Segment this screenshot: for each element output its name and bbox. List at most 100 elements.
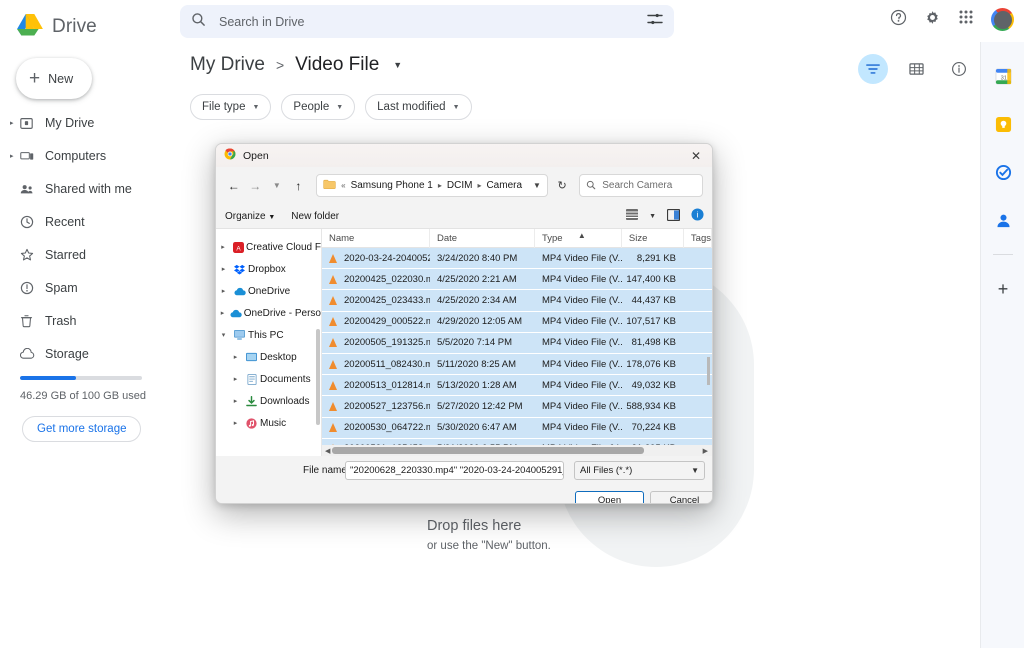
cloud-icon [20,348,45,360]
address-segment-device[interactable]: Samsung Phone 1 [351,180,433,191]
help-icon[interactable]: i [691,208,704,224]
google-tasks-icon[interactable] [981,148,1024,196]
column-header-date[interactable]: Date [430,229,535,248]
add-app-button[interactable]: + [981,265,1024,313]
arrow-up-icon[interactable]: ↑ [290,175,308,197]
tree-item-music[interactable]: ▸ Music [216,412,321,434]
chevron-right-icon[interactable]: ▸ [228,375,243,383]
info-circle-icon[interactable] [944,54,974,84]
sidebar-item-spam[interactable]: Spam [0,277,175,299]
sidebar-item-recent[interactable]: Recent [0,211,175,233]
file-list-vertical-scrollbar[interactable] [707,357,710,385]
chip-file-type[interactable]: File type ▼ [190,94,272,120]
column-header-tags[interactable]: Tags [684,229,712,248]
preview-pane-icon[interactable] [666,208,681,224]
google-contacts-icon[interactable] [981,196,1024,244]
help-circle-icon[interactable] [890,9,907,31]
new-folder-button[interactable]: New folder [291,211,339,222]
file-type-select[interactable]: All Files (*.*) ▼ [574,461,705,480]
tree-scrollbar[interactable] [316,329,320,425]
column-header-type[interactable]: ▲ Type [535,229,622,248]
sidebar-item-shared-with-me[interactable]: Shared with me [0,178,175,200]
close-icon[interactable]: ✕ [680,144,712,167]
chevron-right-icon[interactable]: ▸ [10,120,20,127]
tree-item-creative-cloud-f[interactable]: ▸ A Creative Cloud F [216,236,321,258]
tree-item-documents[interactable]: ▸ Documents [216,368,321,390]
account-avatar[interactable] [991,8,1014,31]
apps-grid-icon[interactable] [958,9,974,30]
file-list-horizontal-scrollbar[interactable]: ◀ ▶ [322,445,712,456]
search-input[interactable] [219,14,647,29]
open-button[interactable]: Open [575,491,644,503]
dropbox-icon [231,264,248,275]
filter-sort-icon[interactable] [858,54,888,84]
address-overflow[interactable]: « [341,181,345,190]
sidebar-item-my-drive[interactable]: ▸ My Drive [0,112,175,134]
search-bar[interactable] [180,5,674,38]
file-name-input[interactable]: "20200628_220330.mp4" "2020-03-24-204005… [345,461,564,480]
table-row[interactable]: 20200505_191325.m... 5/5/2020 7:14 PM MP4 … [322,332,712,354]
tree-item-desktop[interactable]: ▸ Desktop [216,346,321,368]
breadcrumb-root[interactable]: My Drive [190,54,265,76]
tree-item-onedrive-perso[interactable]: ▸ OneDrive - Perso [216,302,321,324]
file-name-text: 20200511_082430.m... [344,358,430,370]
sidebar-item-starred[interactable]: Starred [0,244,175,266]
breadcrumb-current[interactable]: Video File [295,54,379,76]
chip-last-modified[interactable]: Last modified ▼ [365,94,472,120]
table-row[interactable]: 20200530_064722.m... 5/30/2020 6:47 AM MP4… [322,417,712,439]
sidebar-item-trash[interactable]: Trash [0,310,175,332]
horizontal-scroll-thumb[interactable] [332,447,644,454]
address-segment-camera[interactable]: Camera [486,180,522,191]
sidebar-item-computers[interactable]: ▸ Computers [0,145,175,167]
chip-people[interactable]: People ▼ [281,94,356,120]
chevron-right-icon[interactable]: ▸ [228,353,243,361]
scroll-left-arrow-icon[interactable]: ◀ [325,447,330,455]
table-row[interactable]: 20200429_000522.m... 4/29/2020 12:05 AM MP… [322,311,712,333]
tree-item-this-pc[interactable]: ▾ This PC [216,324,321,346]
table-row[interactable]: 20200527_123756.m... 5/27/2020 12:42 PM MP… [322,396,712,418]
caret-down-icon[interactable]: ▼ [527,181,541,190]
tune-icon[interactable] [647,12,663,31]
chevron-right-icon[interactable]: ▸ [216,243,230,251]
scroll-right-arrow-icon[interactable]: ▶ [703,447,708,455]
chevron-right-icon[interactable]: ▸ [10,153,20,160]
tree-item-dropbox[interactable]: ▸ Dropbox [216,258,321,280]
tree-item-onedrive[interactable]: ▸ OneDrive [216,280,321,302]
tree-item-downloads[interactable]: ▸ Downloads [216,390,321,412]
table-row[interactable]: 20200511_082430.m... 5/11/2020 8:25 AM MP4… [322,353,712,376]
column-header-name[interactable]: Name [322,229,430,248]
chevron-right-icon[interactable]: ▸ [216,287,231,295]
chevron-right-icon[interactable]: ▸ [228,419,243,427]
chevron-right-icon[interactable]: ▸ [216,309,229,317]
refresh-icon[interactable]: ↻ [552,179,572,192]
table-row[interactable]: 2020-03-24-2040052... 3/24/2020 8:40 PM MP… [322,248,712,270]
dialog-search-box[interactable] [579,174,704,197]
drive-brand[interactable]: Drive [0,0,175,42]
google-calendar-icon[interactable]: 31 [981,52,1024,100]
cancel-button[interactable]: Cancel [650,491,712,503]
table-row[interactable]: 20200513_012814.m... 5/13/2020 1:28 AM MP4… [322,375,712,397]
address-bar[interactable]: « Samsung Phone 1 ▸ DCIM ▸ Camera ▼ [316,174,548,197]
get-more-storage-button[interactable]: Get more storage [22,415,142,442]
arrow-left-icon[interactable]: ← [225,175,243,197]
column-header-size[interactable]: Size [622,229,684,248]
chevron-right-icon[interactable]: ▸ [228,397,243,405]
caret-down-icon[interactable]: ▼ [393,60,402,70]
new-button[interactable]: + New [16,58,92,99]
caret-down-icon[interactable]: ▼ [649,213,656,220]
address-segment-dcim[interactable]: DCIM [447,180,473,191]
gear-icon[interactable] [924,9,941,31]
google-keep-icon[interactable] [981,100,1024,148]
dialog-title-bar[interactable]: Open ✕ [216,144,712,167]
chevron-down-icon[interactable]: ▼ [268,175,286,197]
table-row[interactable]: 20200425_022030.m... 4/25/2020 2:21 AM MP4… [322,269,712,291]
sidebar-item-storage[interactable]: Storage [0,343,175,365]
chevron-right-icon[interactable]: ▸ [216,265,231,273]
view-list-icon[interactable] [626,209,639,223]
table-row[interactable]: 20200425_023433.m... 4/25/2020 2:34 AM MP4… [322,290,712,312]
chevron-down-icon[interactable]: ▾ [216,331,231,339]
arrow-right-icon[interactable]: → [247,175,265,197]
organize-button[interactable]: Organize ▼ [225,211,275,222]
grid-view-icon[interactable] [901,54,931,84]
dialog-search-input[interactable] [602,180,697,191]
